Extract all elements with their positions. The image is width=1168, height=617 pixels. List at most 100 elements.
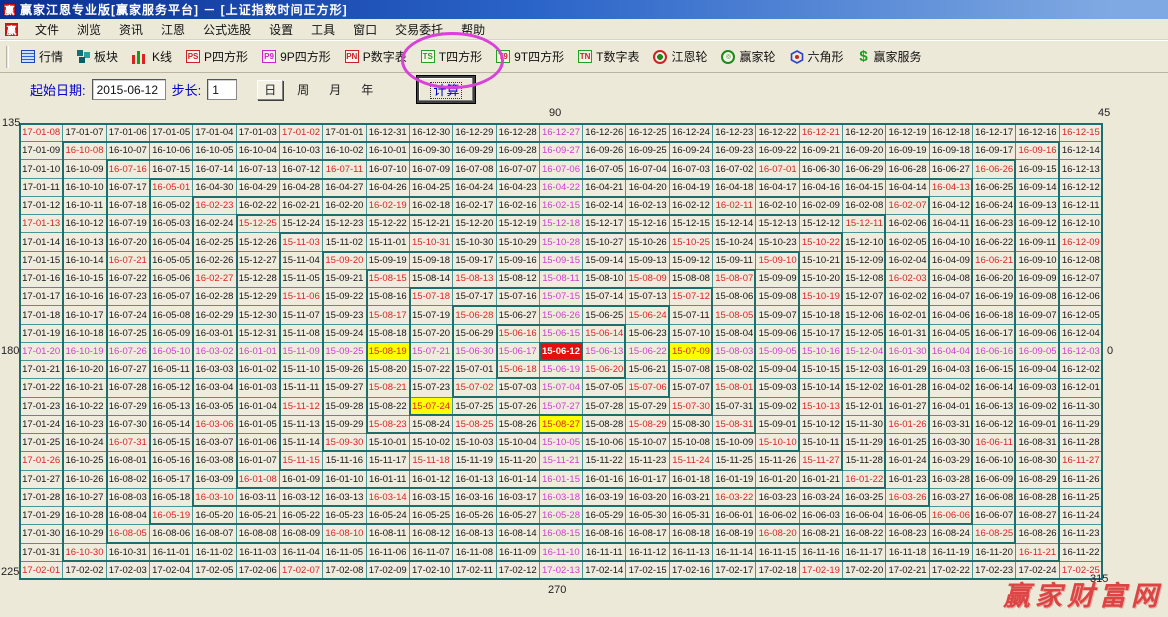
grid-cell[interactable]: 16-02-16 [497,197,540,215]
grid-cell[interactable]: 16-11-22 [1060,544,1103,562]
grid-cell[interactable]: 16-10-05 [193,142,236,160]
grid-cell[interactable]: 16-08-24 [930,525,973,543]
grid-cell[interactable]: 15-08-25 [453,416,496,434]
grid-cell[interactable]: 15-12-03 [843,361,886,379]
grid-cell[interactable]: 16-12-16 [1016,124,1059,142]
grid-cell[interactable]: 16-05-11 [150,361,193,379]
grid-cell[interactable]: 15-07-02 [453,379,496,397]
grid-cell[interactable]: 16-10-07 [107,142,150,160]
grid-cell[interactable]: 16-06-09 [973,471,1016,489]
grid-cell[interactable]: 16-05-19 [150,507,193,525]
grid-cell[interactable]: 16-06-07 [973,507,1016,525]
grid-cell[interactable]: 16-06-02 [756,507,799,525]
grid-cell[interactable]: 16-05-07 [150,288,193,306]
grid-cell[interactable]: 15-08-27 [540,416,583,434]
grid-cell[interactable]: 15-12-19 [497,215,540,233]
grid-cell[interactable]: 16-12-14 [1060,142,1103,160]
grid-cell[interactable]: 16-03-26 [886,489,929,507]
grid-cell[interactable]: 16-08-09 [280,525,323,543]
grid-cell[interactable]: 16-04-15 [843,179,886,197]
grid-cell[interactable]: 16-01-17 [626,471,669,489]
grid-cell[interactable]: 16-09-11 [1016,233,1059,251]
grid-cell[interactable]: 16-12-30 [410,124,453,142]
grid-cell[interactable]: 16-09-09 [1016,270,1059,288]
grid-cell[interactable]: 16-03-13 [323,489,366,507]
grid-cell[interactable]: 16-08-30 [1016,452,1059,470]
menu-item-资讯[interactable]: 资讯 [110,19,152,40]
grid-cell[interactable]: 15-07-07 [670,379,713,397]
grid-cell[interactable]: 16-06-18 [973,306,1016,324]
grid-cell[interactable]: 16-03-28 [930,471,973,489]
grid-cell[interactable]: 15-10-15 [800,361,843,379]
grid-cell[interactable]: 16-06-08 [973,489,1016,507]
grid-cell[interactable]: 16-07-06 [540,160,583,178]
grid-cell[interactable]: 15-08-12 [497,270,540,288]
grid-cell[interactable]: 16-10-29 [63,525,106,543]
grid-cell[interactable]: 16-01-15 [540,471,583,489]
grid-cell[interactable]: 16-05-25 [410,507,453,525]
grid-cell[interactable]: 15-07-21 [410,343,453,361]
grid-cell[interactable]: 15-10-22 [800,233,843,251]
grid-cell[interactable]: 15-10-05 [540,434,583,452]
calculate-button[interactable]: 计算 [417,76,475,103]
grid-cell[interactable]: 15-07-27 [540,398,583,416]
grid-cell[interactable]: 15-12-25 [237,215,280,233]
grid-cell[interactable]: 16-07-08 [453,160,496,178]
grid-cell[interactable]: 16-01-28 [886,379,929,397]
grid-cell[interactable]: 16-05-30 [626,507,669,525]
grid-cell[interactable]: 16-01-13 [453,471,496,489]
grid-cell[interactable]: 16-04-22 [540,179,583,197]
grid-cell[interactable]: 15-12-12 [800,215,843,233]
grid-cell[interactable]: 16-07-29 [107,398,150,416]
grid-cell[interactable]: 16-09-24 [670,142,713,160]
grid-cell[interactable]: 16-06-12 [973,416,1016,434]
grid-cell[interactable]: 17-02-11 [453,562,496,580]
grid-cell[interactable]: 15-11-23 [626,452,669,470]
grid-cell[interactable]: 16-09-08 [1016,288,1059,306]
grid-cell[interactable]: 16-11-19 [930,544,973,562]
menu-item-设置[interactable]: 设置 [260,19,302,40]
grid-cell[interactable]: 15-08-07 [713,270,756,288]
grid-cell[interactable]: 16-03-02 [193,343,236,361]
grid-cell[interactable]: 16-09-13 [1016,197,1059,215]
grid-cell[interactable]: 16-10-14 [63,252,106,270]
grid-cell[interactable]: 15-09-26 [323,361,366,379]
grid-cell[interactable]: 16-07-02 [713,160,756,178]
grid-cell[interactable]: 17-02-10 [410,562,453,580]
grid-cell[interactable]: 15-07-29 [626,398,669,416]
grid-cell[interactable]: 17-02-02 [63,562,106,580]
grid-cell[interactable]: 15-10-04 [497,434,540,452]
grid-cell[interactable]: 16-09-07 [1016,306,1059,324]
toolbar-item-行情[interactable]: 行情 [15,46,69,67]
grid-cell[interactable]: 16-06-21 [973,252,1016,270]
grid-cell[interactable]: 15-07-11 [670,306,713,324]
grid-cell[interactable]: 15-12-01 [843,398,886,416]
grid-cell[interactable]: 16-02-15 [540,197,583,215]
grid-cell[interactable]: 15-11-18 [410,452,453,470]
grid-cell[interactable]: 16-04-17 [756,179,799,197]
grid-cell[interactable]: 17-01-24 [20,416,63,434]
grid-cell[interactable]: 16-11-05 [323,544,366,562]
grid-cell[interactable]: 16-04-02 [930,379,973,397]
grid-cell[interactable]: 16-07-07 [497,160,540,178]
grid-cell[interactable]: 15-10-27 [583,233,626,251]
grid-cell[interactable]: 15-09-02 [756,398,799,416]
grid-cell[interactable]: 15-09-12 [670,252,713,270]
grid-cell[interactable]: 16-08-06 [150,525,193,543]
grid-cell[interactable]: 16-02-28 [193,288,236,306]
grid-cell[interactable]: 16-09-17 [973,142,1016,160]
grid-cell[interactable]: 16-05-23 [323,507,366,525]
grid-cell[interactable]: 16-02-07 [886,197,929,215]
grid-cell[interactable]: 16-02-03 [886,270,929,288]
grid-cell[interactable]: 15-07-01 [453,361,496,379]
grid-cell[interactable]: 16-02-26 [193,252,236,270]
grid-cell[interactable]: 16-01-16 [583,471,626,489]
grid-cell[interactable]: 15-07-20 [410,325,453,343]
grid-cell[interactable]: 16-12-05 [1060,306,1103,324]
grid-cell[interactable]: 16-08-17 [626,525,669,543]
grid-cell[interactable]: 15-10-01 [367,434,410,452]
grid-cell[interactable]: 15-12-22 [367,215,410,233]
grid-cell[interactable]: 16-07-15 [150,160,193,178]
grid-cell[interactable]: 16-01-22 [843,471,886,489]
grid-cell[interactable]: 15-08-29 [626,416,669,434]
